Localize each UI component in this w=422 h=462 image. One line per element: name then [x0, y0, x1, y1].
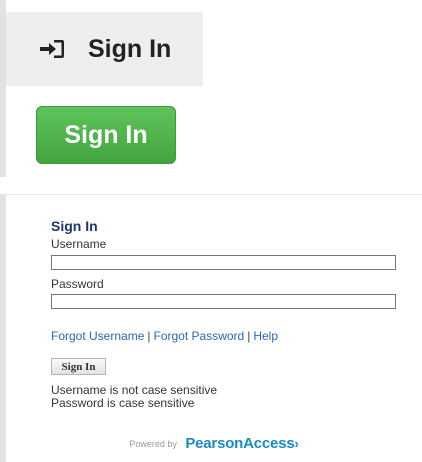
brand-chevron-icon: › — [294, 436, 299, 452]
powered-by-footer: Powered by PearsonAccess› — [6, 435, 422, 453]
sign-in-icon — [38, 37, 66, 61]
pearson-access-logo: PearsonAccess› — [185, 435, 299, 453]
forgot-username-link[interactable]: Forgot Username — [51, 329, 144, 343]
brand-access-text: Access — [243, 435, 295, 453]
brand-pearson-text: Pearson — [185, 435, 244, 453]
top-signin-panel: Sign In Sign In — [0, 0, 203, 177]
username-label: Username — [51, 237, 107, 251]
username-input[interactable] — [51, 255, 396, 270]
password-case-note: Password is case sensitive — [51, 396, 195, 410]
password-label: Password — [51, 277, 104, 291]
forgot-password-link[interactable]: Forgot Password — [154, 329, 245, 343]
help-link[interactable]: Help — [253, 329, 278, 343]
password-input[interactable] — [51, 294, 396, 309]
header-title: Sign In — [88, 34, 172, 63]
link-separator: | — [147, 329, 151, 343]
login-form-panel: Sign In Username Password Forgot Usernam… — [0, 194, 422, 462]
submit-sign-in-button[interactable]: Sign In — [51, 358, 106, 375]
help-links-row: Forgot Username | Forgot Password | Help — [51, 329, 278, 343]
powered-by-text: Powered by — [129, 438, 177, 449]
username-case-note: Username is not case sensitive — [51, 383, 218, 397]
form-title: Sign In — [51, 218, 98, 234]
signin-header-bar: Sign In — [6, 12, 203, 86]
link-separator: | — [247, 329, 251, 343]
page-root: Sign In Sign In Sign In Username Passwor… — [0, 0, 422, 462]
green-sign-in-button[interactable]: Sign In — [36, 106, 176, 164]
